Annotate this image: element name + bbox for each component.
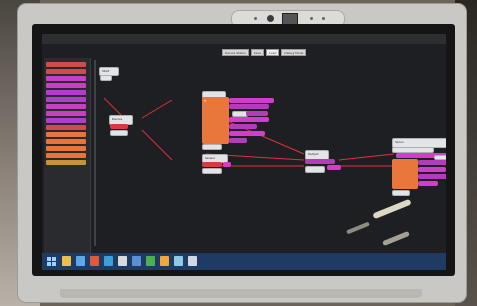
toolbar-button-load[interactable]: Load [266,49,280,56]
toolbar-button-debug[interactable]: Debug Mode [281,49,307,56]
logic-footer-block[interactable] [202,144,222,150]
indicator-icon-2 [322,17,325,20]
servo-footer-block[interactable] [392,190,410,196]
palette-item[interactable] [46,62,86,67]
if-block-label: If [204,99,206,103]
device-param-block[interactable] [110,124,128,129]
action-block[interactable] [229,117,269,122]
block-workspace[interactable]: Start Device If Sensor Output Servo [94,56,446,253]
palette-item[interactable] [46,153,86,158]
start-button[interactable] [47,257,56,266]
sensor-param-block-2[interactable] [223,162,231,167]
action-block-2[interactable] [229,124,257,129]
condition-block-2[interactable] [229,104,269,109]
app-icon-6[interactable] [160,256,169,266]
output-value-block[interactable] [305,166,325,173]
block-palette [44,58,91,253]
servo-logic-block[interactable] [392,159,418,189]
palette-item[interactable] [46,118,86,123]
app-icon-5[interactable] [146,256,155,266]
wire [141,99,173,119]
servo-action-block[interactable] [418,160,446,165]
action-block-4[interactable] [229,138,247,143]
start-block-label: Start [102,69,110,73]
palette-item[interactable] [46,160,86,165]
output-param-block[interactable] [305,159,335,164]
app-icon-8[interactable] [188,256,197,266]
output-param-block-2[interactable] [327,165,341,170]
app-icon-3[interactable] [118,256,127,266]
wire-layer [103,97,395,167]
start-icon [47,257,51,261]
indicator-icon [310,17,313,20]
palette-item[interactable] [46,146,86,151]
if-block[interactable]: If [202,97,229,144]
screen: Device Status Save Load Debug Mode Start [42,34,446,270]
condition-block[interactable] [229,98,274,103]
device-block-label: Device [112,117,123,121]
ie-icon[interactable] [76,256,85,266]
palette-item[interactable] [46,69,86,74]
servo-action-block-3[interactable] [418,174,446,179]
start-icon [47,262,51,266]
app-icon-4[interactable] [132,256,141,266]
wire [338,153,395,161]
toolbar-button-save[interactable]: Save [250,49,265,56]
laptop-hinge [60,289,422,298]
palette-item[interactable] [46,125,86,130]
camera-icon [267,15,274,22]
output-block-label: Output [308,152,319,156]
servo-block-label: Servo [395,140,404,144]
sensor-param-block[interactable] [202,162,222,167]
explorer-icon[interactable] [62,256,71,266]
toolbar-button-device-status[interactable]: Device Status [222,49,249,56]
app-icon-7[interactable] [174,256,183,266]
app-icon-2[interactable] [104,256,113,266]
start-sub-block[interactable] [100,75,112,81]
light-sensor-icon [254,17,257,20]
palette-item[interactable] [46,139,86,144]
servo-action-block-2[interactable] [418,167,446,172]
start-icon [52,257,56,261]
palette-item[interactable] [46,76,86,81]
condition-block-3[interactable] [246,111,268,116]
window-title-bar [42,34,446,44]
palette-item[interactable] [46,104,86,109]
wire [141,129,173,161]
device-value-block[interactable] [110,130,128,136]
start-icon [52,262,56,266]
app-icon[interactable] [90,256,99,266]
palette-item[interactable] [46,90,86,95]
palette-item[interactable] [46,132,86,137]
sensor-value-block[interactable] [202,168,222,174]
palette-item[interactable] [46,97,86,102]
palette-item[interactable] [46,111,86,116]
palette-item[interactable] [46,83,86,88]
toolbar: Device Status Save Load Debug Mode [222,49,307,56]
servo-action-block-4[interactable] [418,181,438,186]
action-block-3[interactable] [229,131,265,136]
sensor-block-label: Sensor [205,156,216,160]
taskbar [42,253,446,270]
